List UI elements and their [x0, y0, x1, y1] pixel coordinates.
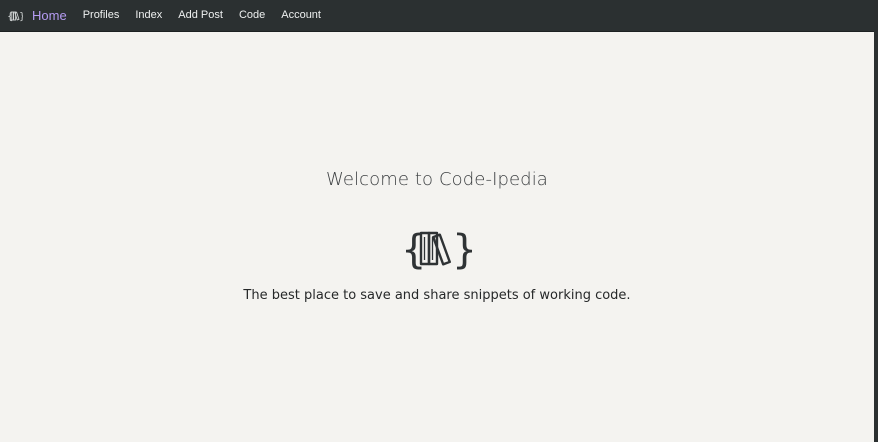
top-navbar: { } Home Profiles Index Add Post Code Ac… [0, 0, 874, 32]
window-edge [874, 0, 878, 442]
welcome-title: Welcome to Code-Ipedia [326, 169, 548, 190]
page: { } Home Profiles Index Add Post Code Ac… [0, 0, 878, 442]
svg-text:}: } [452, 227, 472, 270]
nav-add-post-link[interactable]: Add Post [178, 0, 223, 31]
svg-text:}: } [19, 11, 23, 22]
code-books-icon: { } [401, 227, 472, 270]
nav-account-link[interactable]: Account [281, 0, 321, 31]
main-content: Welcome to Code-Ipedia { } The best plac… [0, 32, 874, 442]
tagline: The best place to save and share snippet… [243, 288, 631, 303]
code-books-logo-icon[interactable]: { } [7, 10, 23, 22]
nav-index-link[interactable]: Index [135, 0, 162, 31]
nav-home-link[interactable]: Home [32, 0, 67, 31]
nav-code-link[interactable]: Code [239, 0, 265, 31]
nav-profiles-link[interactable]: Profiles [83, 0, 120, 31]
